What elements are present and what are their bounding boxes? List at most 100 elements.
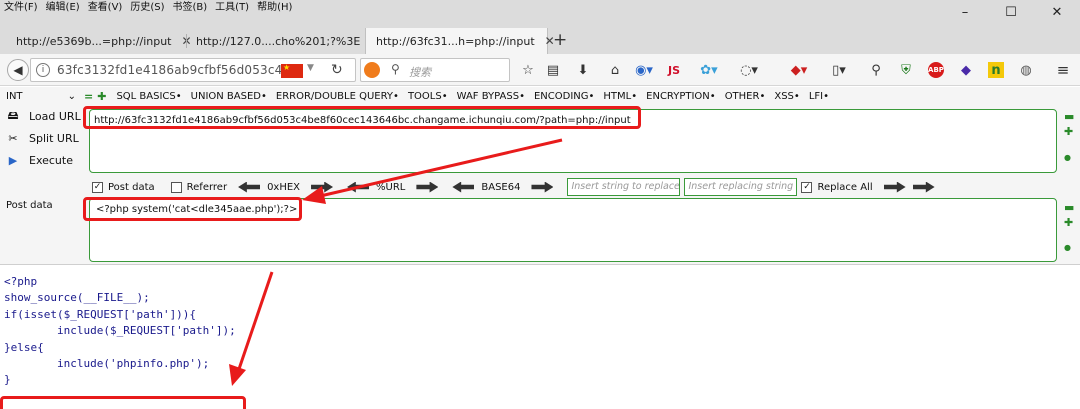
navigation-bar: ◀ i 63fc3132fd1e4186ab9cfbf56d053c4bel ▼… — [0, 54, 1080, 86]
menu-xss[interactable]: XSS• — [774, 91, 799, 102]
menu-lfi[interactable]: LFI• — [809, 91, 829, 102]
menu-encoding[interactable]: ENCODING• — [534, 91, 594, 102]
replace-all-arrow-icon[interactable] — [912, 181, 935, 193]
search-placeholder: 搜索 — [409, 66, 431, 79]
back-button[interactable]: ◀ — [7, 59, 29, 81]
info-icon[interactable]: i — [36, 63, 50, 77]
code-line: <?php — [4, 275, 38, 288]
load-url-button[interactable]: 🖴 Load URL — [6, 108, 81, 123]
post-data-checkbox[interactable]: ✓ — [92, 181, 103, 193]
js-extension-icon[interactable]: JS — [666, 62, 682, 78]
post-dot-icon[interactable]: ● — [1064, 243, 1071, 252]
globe-icon[interactable]: ◍ — [1018, 62, 1034, 78]
post-minus-icon[interactable]: ▬ — [1064, 201, 1074, 214]
menu-file[interactable]: 文件(F) — [0, 0, 42, 16]
minimize-button[interactable]: – — [942, 0, 988, 24]
back-arrow-icon: ◀ — [13, 63, 23, 77]
url-dot-icon[interactable]: ● — [1064, 153, 1071, 162]
earth-icon[interactable]: ◉▾ — [630, 62, 658, 78]
search-box[interactable]: ⚲ 搜索 — [360, 58, 510, 82]
maximize-button[interactable]: ☐ — [988, 0, 1034, 24]
addon-icon[interactable]: ◆▾ — [785, 62, 813, 78]
menu-edit[interactable]: 编辑(E) — [42, 0, 84, 16]
replacing-string-input[interactable]: Insert replacing string — [684, 178, 798, 196]
split-url-icon: ✂ — [8, 131, 18, 145]
close-window-button[interactable]: ✕ — [1034, 0, 1080, 24]
diamond-icon[interactable]: ◆ — [958, 62, 974, 78]
referrer-checkbox[interactable] — [170, 181, 182, 193]
url-minus-icon[interactable]: ▬ — [1064, 110, 1074, 123]
replace-arrow-icon[interactable] — [883, 181, 906, 193]
load-url-label: Load URL — [29, 109, 81, 123]
base64-decode-arrow-icon[interactable] — [452, 181, 475, 193]
post-data-highlight-box — [83, 197, 302, 221]
shield-icon[interactable]: ⛨ — [898, 62, 914, 78]
code-line: include($_REQUEST['path']); — [4, 324, 236, 338]
new-tab-icon[interactable]: + — [553, 30, 567, 50]
execute-label: Execute — [29, 153, 73, 167]
menu-union-based[interactable]: UNION BASED• — [191, 91, 267, 102]
tab-label: http://63fc31...h=php://input — [376, 34, 535, 48]
load-url-icon: 🖴 — [7, 108, 19, 122]
code-line: }else{ — [4, 340, 44, 354]
post-plus-icon[interactable]: ✚ — [1064, 216, 1073, 229]
url-encode-arrow-icon[interactable] — [416, 181, 439, 193]
url-highlight-box — [83, 106, 641, 129]
hex-label: 0xHEX — [267, 181, 301, 193]
plus-icon[interactable]: ✚ — [97, 90, 106, 103]
zoom-icon[interactable]: ⚲ — [868, 62, 884, 78]
tab-strip: http://e5369b...=php://input ✕ http://12… — [0, 28, 1080, 54]
hackbar-type-select[interactable]: INT ⌄ — [6, 91, 76, 102]
hackbar-toolbar: INT ⌄ = ✚ SQL BASICS• UNION BASED• ERROR… — [0, 87, 1080, 105]
adblock-icon[interactable]: ABP — [928, 62, 944, 78]
url-plus-icon[interactable]: ✚ — [1064, 125, 1073, 138]
insert-string-input[interactable]: Insert string to replace — [567, 178, 681, 196]
menu-bookmarks[interactable]: 书签(B) — [169, 0, 212, 16]
tab-3-active[interactable]: http://63fc31...h=php://input ✕ — [365, 28, 555, 54]
menu-view[interactable]: 查看(V) — [84, 0, 127, 16]
code-line: show_source(__FILE__); — [4, 291, 150, 305]
execute-button[interactable]: ▶ Execute — [6, 153, 73, 167]
menu-waf-bypass[interactable]: WAF BYPASS• — [457, 91, 525, 102]
tab-label: http://127.0....cho%201;?%3E — [196, 34, 361, 48]
hackbar-panel: 🖴 Load URL ✂ Split URL ▶ Execute http://… — [0, 105, 1080, 265]
menu-history[interactable]: 历史(S) — [126, 0, 168, 16]
dropdown-arrow-icon[interactable]: ▼ — [307, 63, 314, 73]
menu-bar: 文件(F) 编辑(E) 查看(V) 历史(S) 书签(B) 工具(T) 帮助(H… — [0, 0, 296, 16]
bookmark-star-icon[interactable]: ☆ — [520, 62, 536, 78]
address-text[interactable]: 63fc3132fd1e4186ab9cfbf56d053c4bel — [57, 63, 301, 77]
chevron-down-icon: ⌄ — [67, 90, 76, 102]
hex-decode-arrow-icon[interactable] — [238, 181, 261, 193]
tab-label: http://e5369b...=php://input — [16, 34, 172, 48]
n-extension-icon[interactable]: n — [988, 62, 1004, 78]
reload-icon[interactable]: ↻ — [331, 62, 343, 78]
extension-icon[interactable]: ✿▾ — [695, 62, 723, 78]
palette-icon[interactable]: ◌▾ — [735, 62, 763, 78]
menu-tools[interactable]: TOOLS• — [408, 91, 448, 102]
download-icon[interactable]: ⬇ — [575, 62, 591, 78]
split-url-button[interactable]: ✂ Split URL — [6, 131, 78, 145]
menu-help[interactable]: 帮助(H) — [253, 0, 296, 16]
tab-2[interactable]: http://127.0....cho%201;?%3E ✕ — [180, 28, 380, 54]
search-engine-icon[interactable] — [364, 62, 380, 78]
menu-other[interactable]: OTHER• — [725, 91, 766, 102]
address-bar[interactable]: i 63fc3132fd1e4186ab9cfbf56d053c4bel ▼ ↻ — [30, 58, 356, 82]
tab-1[interactable]: http://e5369b...=php://input ✕ — [0, 28, 192, 54]
code-line: if(isset($_REQUEST['path'])){ — [4, 307, 197, 321]
hamburger-menu-icon[interactable]: ≡ — [1055, 61, 1071, 79]
menu-html[interactable]: HTML• — [603, 91, 637, 102]
menu-sql-basics[interactable]: SQL BASICS• — [116, 91, 181, 102]
page-icon[interactable]: ▯▾ — [825, 62, 853, 78]
replace-all-checkbox[interactable]: ✓ — [801, 181, 813, 193]
code-line: } — [4, 373, 11, 387]
base64-encode-arrow-icon[interactable] — [531, 181, 554, 193]
menu-encryption[interactable]: ENCRYPTION• — [646, 91, 716, 102]
menu-error-double-query[interactable]: ERROR/DOUBLE QUERY• — [276, 91, 399, 102]
hex-encode-arrow-icon[interactable] — [311, 181, 334, 193]
url-decode-arrow-icon[interactable] — [347, 181, 370, 193]
home-icon[interactable]: ⌂ — [607, 62, 623, 78]
menu-tools[interactable]: 工具(T) — [211, 0, 253, 16]
output-highlight-box — [0, 396, 246, 409]
minus-icon[interactable]: = — [84, 90, 93, 103]
reading-list-icon[interactable]: ▤ — [545, 62, 561, 78]
